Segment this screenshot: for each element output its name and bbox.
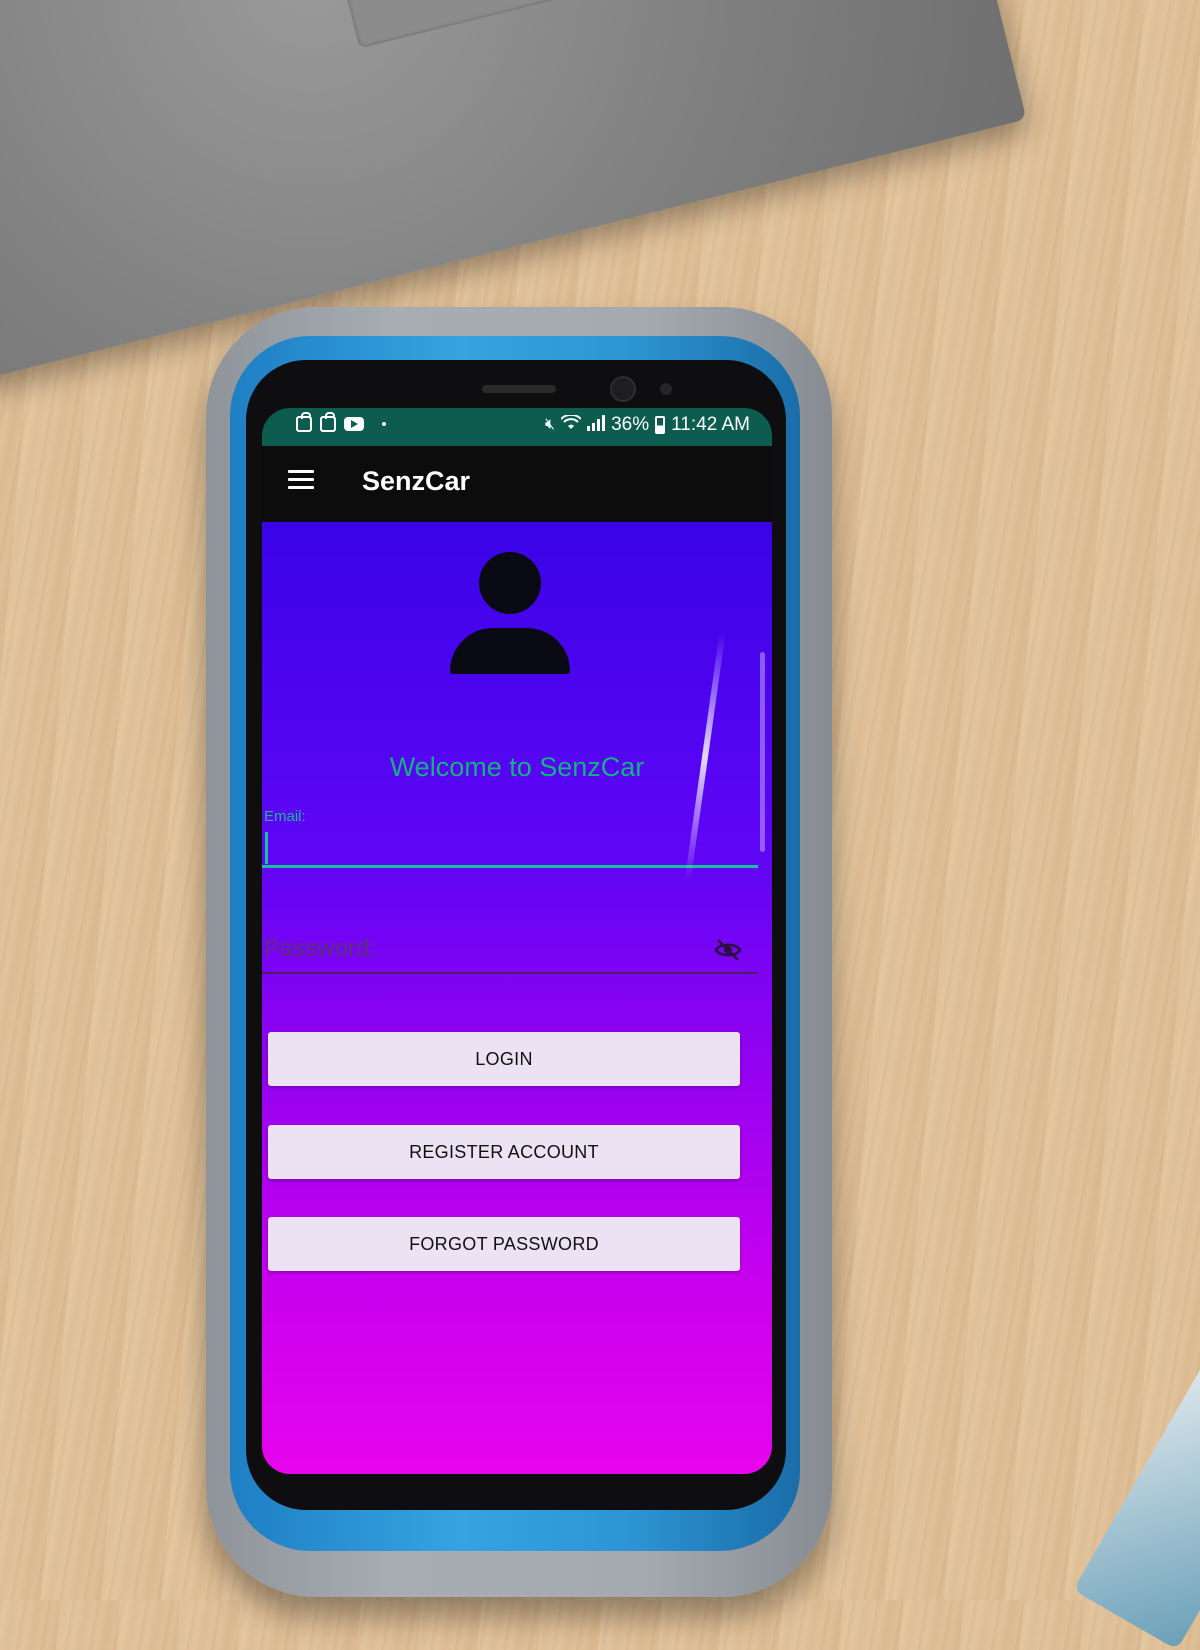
person-icon [448,552,572,674]
bag-icon [320,412,336,432]
battery-icon [655,416,666,434]
phone-speaker [482,385,556,393]
eye-off-icon[interactable] [714,938,742,962]
scrollbar [760,652,765,852]
login-button[interactable]: LOGIN [268,1032,740,1086]
password-field[interactable] [262,926,758,974]
laptop-trackpad [333,0,612,49]
hamburger-menu-icon[interactable] [288,470,314,492]
login-screen: Welcome to SenzCar Email: LOGIN REGISTER… [262,522,772,1474]
forgot-password-button[interactable]: FORGOT PASSWORD [268,1217,740,1271]
notification-icons [296,412,386,432]
email-label: Email: [264,808,306,825]
front-camera [612,378,634,400]
register-account-button[interactable]: REGISTER ACCOUNT [268,1125,740,1179]
youtube-icon [344,417,364,431]
proximity-sensor [660,383,672,395]
signal-icon [587,414,606,436]
welcome-text: Welcome to SenzCar [389,752,645,782]
dot-icon [382,422,386,426]
bag-icon [296,412,312,432]
background-object [1073,1330,1200,1650]
system-status: 🔇︎ 36% 11:42 AM [545,413,750,436]
status-bar: 🔇︎ 36% 11:42 AM [262,408,772,446]
text-cursor [265,832,268,864]
app-title: SenzCar [362,466,471,496]
clock: 11:42 AM [671,414,750,435]
battery-percent: 36% [611,414,650,435]
app-bar: SenzCar [262,446,772,522]
wifi-icon [560,413,582,436]
mute-icon: 🔇︎ [545,416,556,433]
email-field[interactable] [262,828,758,868]
phone-screen: 🔇︎ 36% 11:42 AM SenzCar Welcome to SenzC… [262,408,772,1474]
